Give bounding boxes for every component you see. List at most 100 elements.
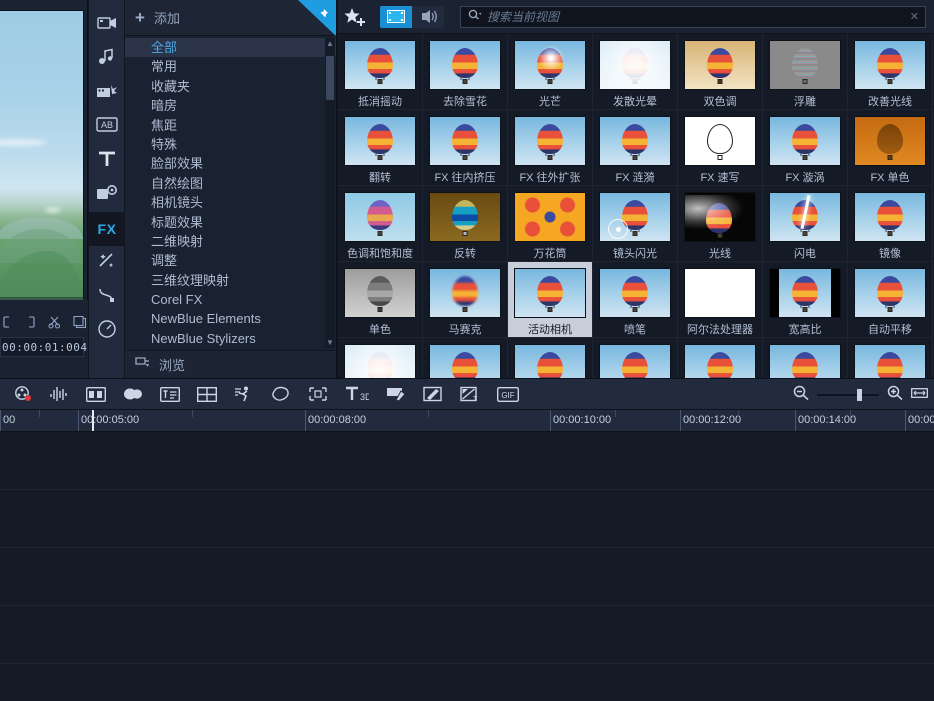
list-item[interactable]: 暗房 bbox=[125, 96, 336, 115]
effect-cell[interactable]: 抵消摇动 bbox=[338, 34, 423, 110]
list-item[interactable]: 收藏夹 bbox=[125, 77, 336, 96]
effect-cell[interactable]: 改善光线 bbox=[848, 34, 933, 110]
list-item[interactable]: 自然绘图 bbox=[125, 174, 336, 193]
effect-cell[interactable] bbox=[593, 338, 678, 378]
add-button-label[interactable]: 添加 bbox=[154, 8, 180, 27]
effect-cell[interactable]: FX 单色 bbox=[848, 110, 933, 186]
list-item[interactable]: NewBlue Elements bbox=[125, 309, 336, 328]
effect-cell[interactable]: 自动平移 bbox=[848, 262, 933, 338]
effects-grid[interactable]: 抵消摇动去除雪花光芒发散光晕双色调浮雕改善光线翻转FX 往内挤压FX 往外扩张F… bbox=[338, 34, 934, 378]
sidebar-item-magic-wand[interactable] bbox=[89, 246, 125, 280]
pin-panel-button[interactable] bbox=[298, 0, 336, 36]
search-input[interactable]: 搜索当前视图 ✕ bbox=[460, 6, 926, 28]
effect-cell[interactable]: FX 往内挤压 bbox=[423, 110, 508, 186]
record-capture-icon[interactable] bbox=[14, 386, 32, 402]
title-3d-icon[interactable]: 3D bbox=[345, 386, 369, 402]
capture-snapshot-icon[interactable] bbox=[73, 316, 87, 329]
effect-cell[interactable]: 双色调 bbox=[678, 34, 763, 110]
timeline-tracks[interactable] bbox=[0, 432, 934, 701]
mark-in-icon[interactable] bbox=[2, 316, 13, 328]
effect-cell[interactable]: 浮雕 bbox=[763, 34, 848, 110]
list-item[interactable]: 焦距 bbox=[125, 116, 336, 135]
track-transparency-icon[interactable] bbox=[308, 386, 328, 402]
list-item[interactable]: 特殊 bbox=[125, 135, 336, 154]
sidebar-item-title-text[interactable] bbox=[89, 144, 125, 178]
effect-cell[interactable]: FX 漩涡 bbox=[763, 110, 848, 186]
effect-cell[interactable]: 去除雪花 bbox=[423, 34, 508, 110]
sidebar-item-speed-gauge[interactable] bbox=[89, 314, 125, 348]
list-item[interactable]: 标题效果 bbox=[125, 213, 336, 232]
effect-cell[interactable]: 色调和饱和度 bbox=[338, 186, 423, 262]
effect-cell[interactable]: 活动相机 bbox=[508, 262, 593, 338]
list-item[interactable]: NewBlue Stylizers bbox=[125, 329, 336, 348]
effect-cell[interactable]: 闪电 bbox=[763, 186, 848, 262]
transition-icon[interactable] bbox=[123, 387, 143, 401]
zoom-slider-knob[interactable] bbox=[857, 389, 862, 401]
list-item[interactable]: 脸部效果 bbox=[125, 154, 336, 173]
zoom-in-icon[interactable] bbox=[887, 385, 903, 406]
sidebar-item-fx-filter[interactable]: FX bbox=[89, 212, 125, 246]
audio-mixer-icon[interactable] bbox=[49, 386, 69, 402]
effect-cell[interactable]: 镜像 bbox=[848, 186, 933, 262]
effect-cell[interactable]: 宽高比 bbox=[763, 262, 848, 338]
zoom-slider[interactable] bbox=[817, 389, 879, 401]
scroll-up-icon[interactable]: ▲ bbox=[325, 38, 335, 49]
effect-cell[interactable]: 万花筒 bbox=[508, 186, 593, 262]
gif-creator-icon[interactable]: GIF bbox=[497, 387, 521, 402]
effect-cell[interactable] bbox=[763, 338, 848, 378]
effect-cell[interactable]: FX 速写 bbox=[678, 110, 763, 186]
effect-cell[interactable]: 单色 bbox=[338, 262, 423, 338]
chroma-key-icon[interactable] bbox=[386, 386, 406, 402]
video-adjust-icon[interactable]: T bbox=[460, 386, 480, 402]
mark-out-icon[interactable] bbox=[25, 316, 36, 328]
scrollbar-thumb[interactable] bbox=[326, 56, 334, 100]
mask-creator-icon[interactable] bbox=[271, 386, 291, 402]
list-item[interactable]: 调整 bbox=[125, 251, 336, 270]
list-item[interactable]: 三维纹理映射 bbox=[125, 271, 336, 290]
sidebar-item-media-library[interactable] bbox=[89, 8, 125, 42]
effect-cell[interactable]: 发散光晕 bbox=[593, 34, 678, 110]
close-icon[interactable]: ✕ bbox=[910, 11, 919, 23]
timeline-track[interactable] bbox=[0, 606, 934, 664]
effect-cell[interactable] bbox=[423, 338, 508, 378]
list-item[interactable]: 全部 bbox=[125, 38, 336, 57]
playhead[interactable] bbox=[92, 410, 94, 432]
cut-clip-icon[interactable] bbox=[48, 316, 61, 329]
paint-creator-icon[interactable] bbox=[423, 386, 443, 402]
timeline-track[interactable] bbox=[0, 548, 934, 606]
sidebar-item-transition-effects[interactable] bbox=[89, 76, 125, 110]
timeline-track[interactable] bbox=[0, 490, 934, 548]
preview-video[interactable] bbox=[0, 10, 84, 298]
scroll-down-icon[interactable]: ▼ bbox=[325, 337, 335, 348]
effect-cell[interactable]: FX 涟漪 bbox=[593, 110, 678, 186]
motion-tracker-icon[interactable] bbox=[234, 386, 254, 402]
effect-cell[interactable] bbox=[338, 338, 423, 378]
library-category-list[interactable]: 全部 常用 收藏夹 暗房 焦距 特殊 脸部效果 自然绘图 相机镜头 标题效果 二… bbox=[125, 36, 336, 350]
zoom-out-icon[interactable] bbox=[793, 385, 809, 406]
list-item[interactable]: 相机镜头 bbox=[125, 193, 336, 212]
effect-cell[interactable]: 翻转 bbox=[338, 110, 423, 186]
sidebar-item-graphic-overlay[interactable] bbox=[89, 178, 125, 212]
subtitle-editor-icon[interactable] bbox=[160, 387, 180, 402]
effect-cell[interactable] bbox=[508, 338, 593, 378]
effect-cell[interactable]: 马赛克 bbox=[423, 262, 508, 338]
storyboard-view-icon[interactable] bbox=[86, 387, 106, 402]
timeline-track[interactable] bbox=[0, 664, 934, 701]
multicam-grid-icon[interactable] bbox=[197, 387, 217, 402]
list-item[interactable]: 二维映射 bbox=[125, 232, 336, 251]
list-item[interactable]: Corel FX bbox=[125, 290, 336, 309]
sidebar-item-audio-library[interactable] bbox=[89, 42, 125, 76]
list-item[interactable]: 常用 bbox=[125, 57, 336, 76]
video-filter-icon[interactable] bbox=[380, 6, 412, 28]
star-plus-icon[interactable] bbox=[344, 7, 366, 27]
effect-cell[interactable]: 光线 bbox=[678, 186, 763, 262]
effect-cell[interactable]: FX 往外扩张 bbox=[508, 110, 593, 186]
sidebar-item-motion-path[interactable] bbox=[89, 280, 125, 314]
effect-cell[interactable]: 阿尔法处理器 bbox=[678, 262, 763, 338]
audio-filter-icon[interactable] bbox=[412, 6, 444, 28]
effect-cell[interactable]: 光芒 bbox=[508, 34, 593, 110]
library-scrollbar[interactable]: ▲ ▼ bbox=[325, 38, 335, 348]
timeline-ruler[interactable]: 0000:00:05:0000:00:08:0000:00:10:0000:00… bbox=[0, 410, 934, 432]
search-icon[interactable] bbox=[468, 8, 482, 26]
effect-cell[interactable]: 反转 bbox=[423, 186, 508, 262]
